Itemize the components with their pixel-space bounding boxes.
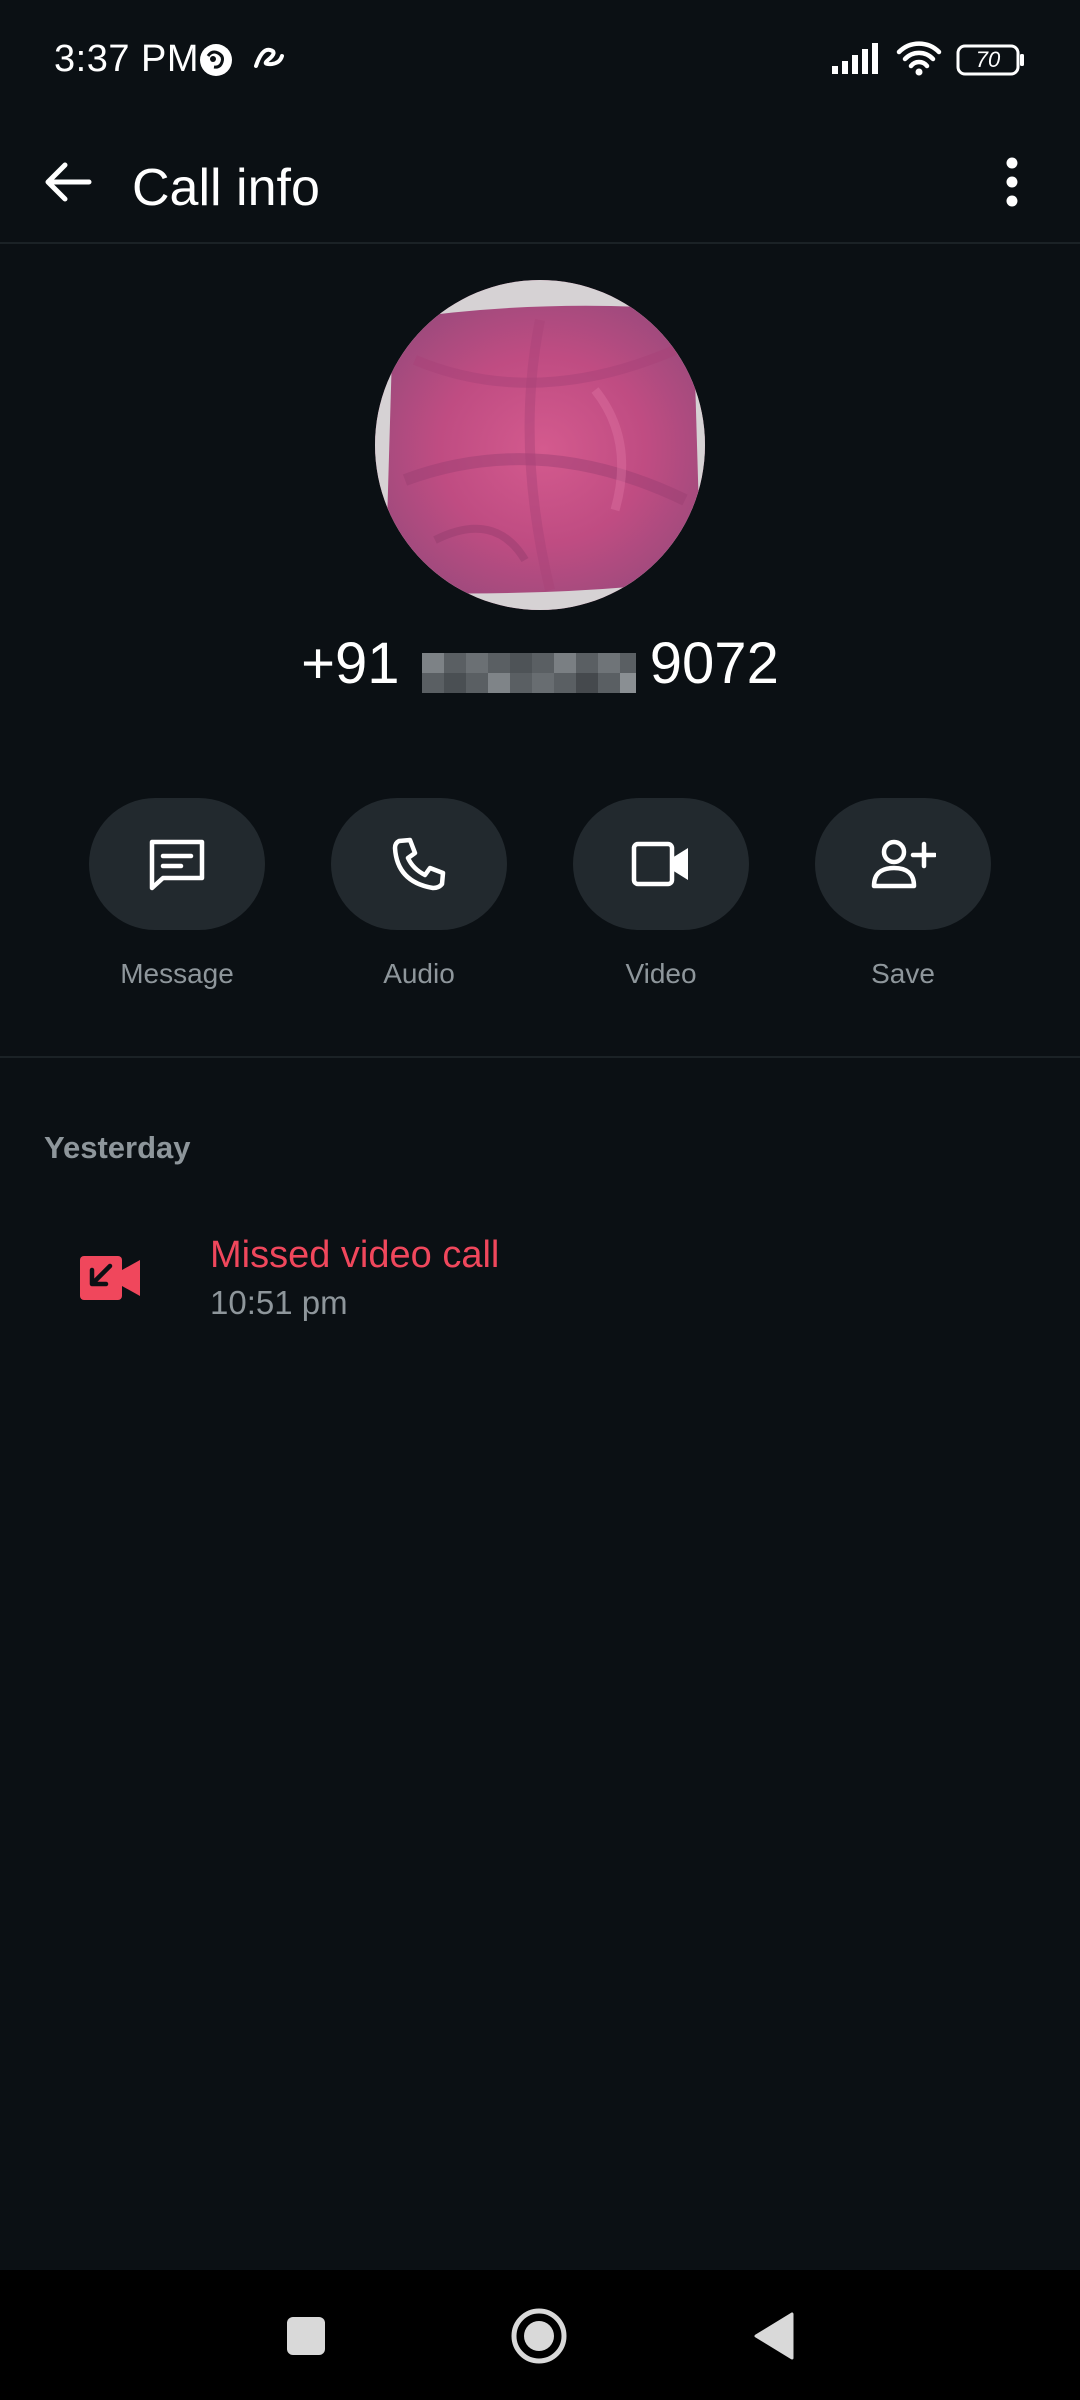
recents-button[interactable] <box>270 2300 342 2372</box>
contact-number: +91 9072 <box>0 626 1080 697</box>
save-contact-button[interactable] <box>815 798 991 930</box>
page-title: Call info <box>132 159 320 217</box>
system-nav-bar <box>0 2270 1080 2400</box>
app-notification-icon <box>198 42 234 78</box>
home-icon <box>511 2308 567 2364</box>
message-label: Message <box>120 958 234 989</box>
app-bar: Call info <box>0 120 1080 244</box>
missed-video-call-icon <box>80 1256 140 1300</box>
status-bar: 3:37 PM 70 <box>0 0 1080 120</box>
more-options-button[interactable] <box>972 142 1052 222</box>
back-triangle-icon <box>754 2312 794 2360</box>
save-label: Save <box>871 958 935 989</box>
audio-call-button[interactable] <box>331 798 507 930</box>
section-divider <box>0 1056 1080 1058</box>
video-label: Video <box>625 958 697 989</box>
signal-icon <box>832 42 882 79</box>
wifi-icon <box>896 40 942 81</box>
message-action[interactable]: Message <box>87 798 267 998</box>
videocam-icon <box>631 841 688 887</box>
message-icon <box>149 839 205 891</box>
number-suffix: 9072 <box>649 631 779 697</box>
home-button[interactable] <box>503 2300 575 2372</box>
save-action[interactable]: Save <box>813 798 993 998</box>
call-time: 10:51 pm <box>210 1284 348 1321</box>
battery-level: 70 <box>975 47 1001 72</box>
action-buttons: Message Audio Video Save <box>0 798 1080 998</box>
redacted-digits <box>421 640 636 693</box>
status-indicators: 70 <box>832 40 1026 81</box>
call-type: Missed video call <box>210 1234 500 1276</box>
more-vert-icon <box>1006 157 1018 207</box>
video-call-button[interactable] <box>573 798 749 930</box>
call-history-item: Missed video call 10:51 pm <box>0 1218 1080 1338</box>
arrow-back-icon <box>45 162 92 202</box>
back-button[interactable] <box>28 142 108 222</box>
phone-icon <box>392 837 446 891</box>
call-info-screen: 3:37 PM 70 Call info +91 9072 Message Au… <box>0 0 1080 2400</box>
video-action[interactable]: Video <box>571 798 751 998</box>
back-nav-button[interactable] <box>738 2300 810 2372</box>
person-add-icon <box>871 839 936 889</box>
battery-icon: 70 <box>956 44 1026 76</box>
recents-icon <box>287 2317 325 2355</box>
audio-label: Audio <box>383 958 455 989</box>
message-button[interactable] <box>89 798 265 930</box>
app-notification-icon-2 <box>250 42 286 78</box>
audio-action[interactable]: Audio <box>329 798 509 998</box>
history-date-header: Yesterday <box>44 1130 191 1165</box>
number-prefix: +91 <box>301 631 400 697</box>
avatar[interactable] <box>375 280 705 610</box>
status-time: 3:37 PM <box>54 38 200 80</box>
